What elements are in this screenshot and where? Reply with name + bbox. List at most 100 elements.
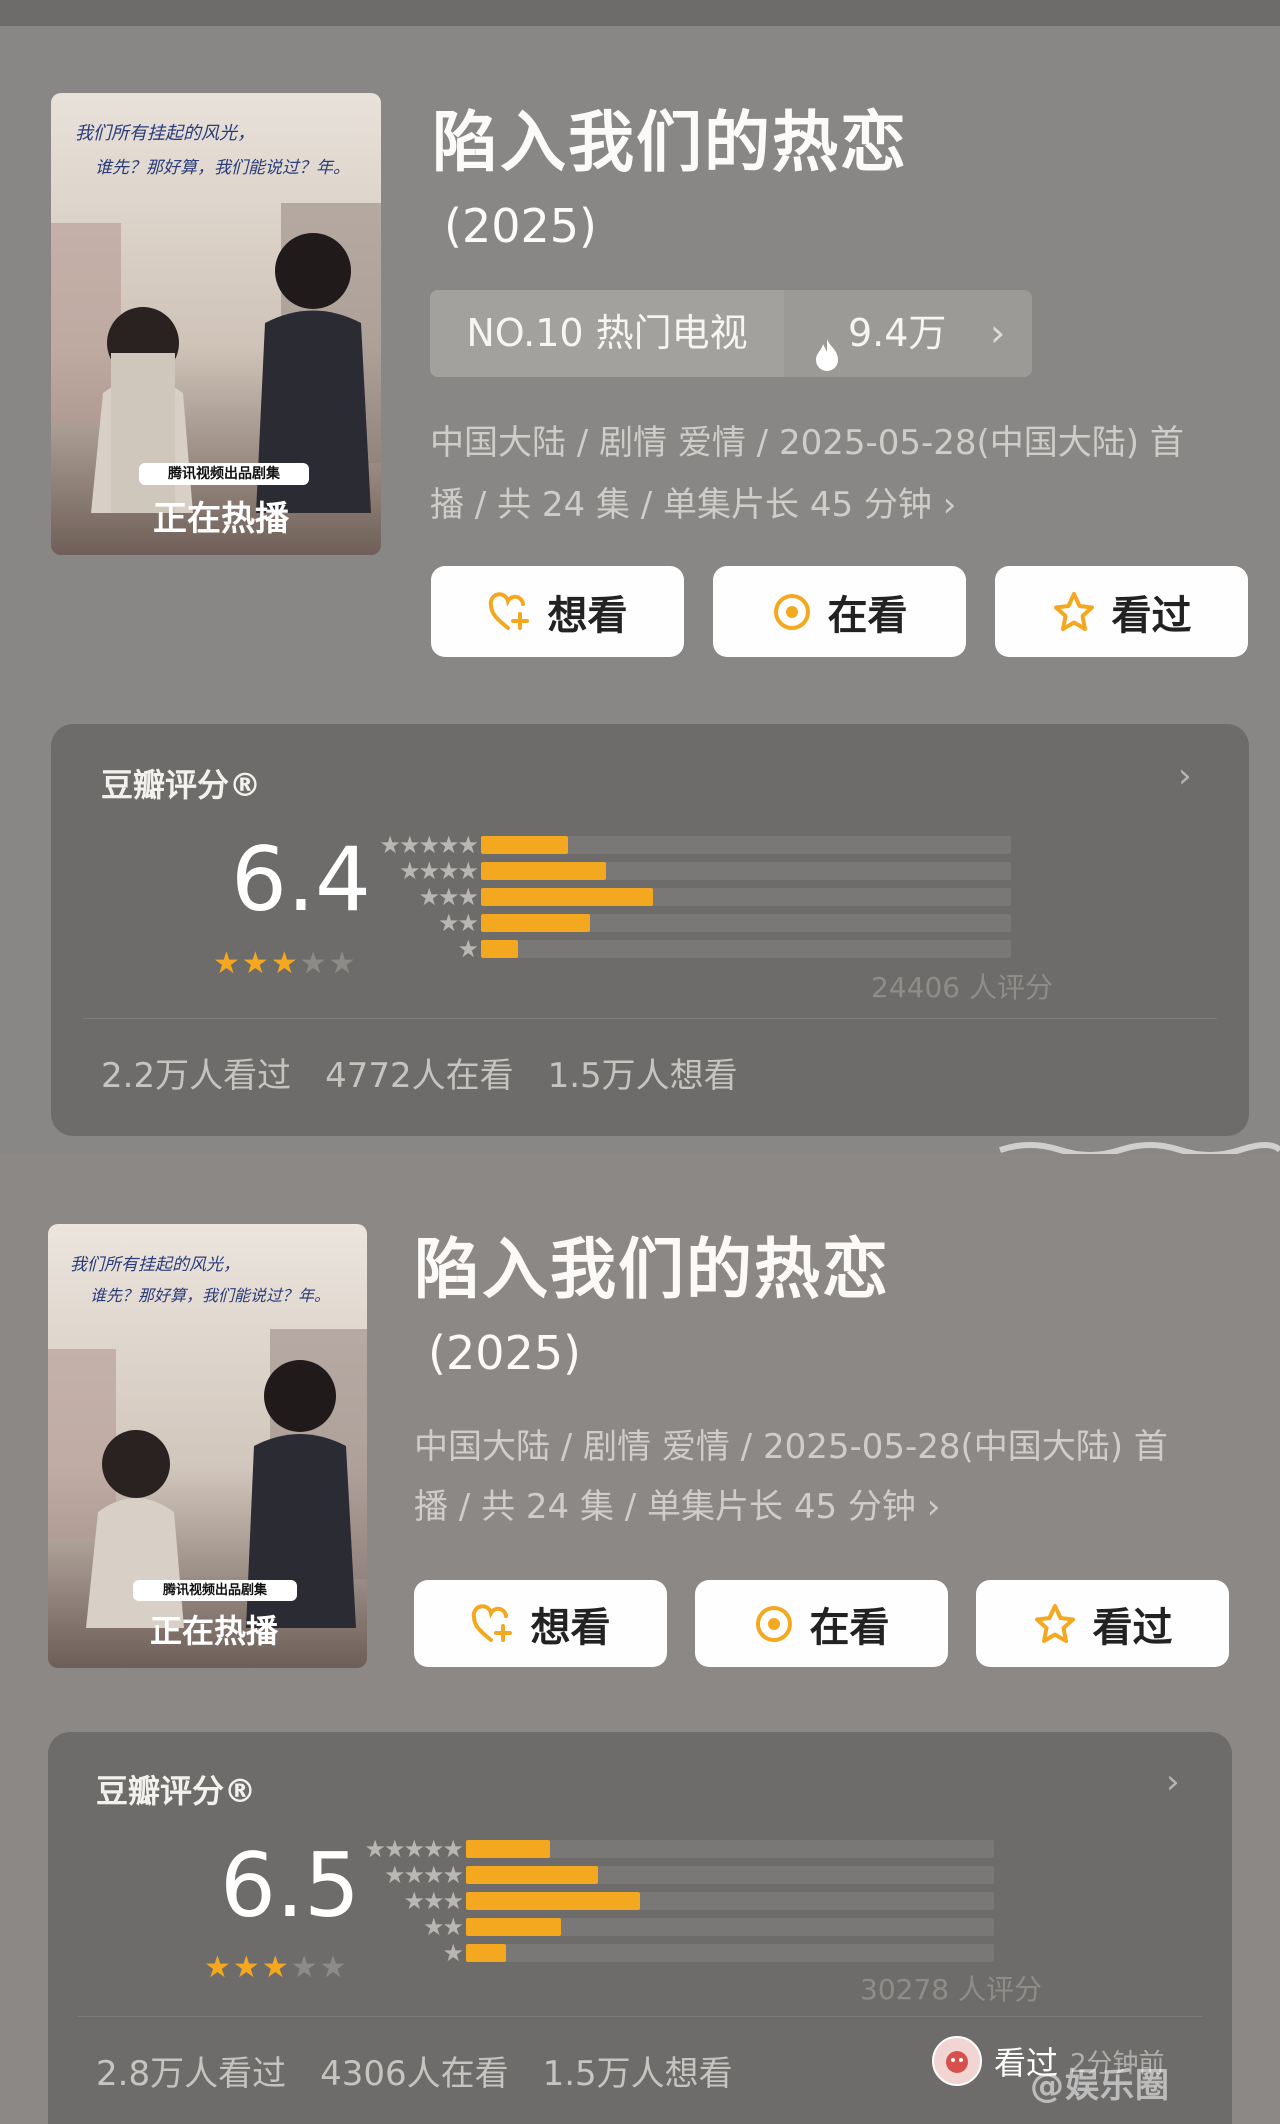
watched-button[interactable]: 看过 [995,566,1248,657]
rating-stars: ★★★★★ [213,946,358,981]
star-level-2-stars-icon: ★★ [437,909,479,937]
rating-bar-track [481,862,1011,880]
watermark: @娱乐圈 [1030,2066,1170,2106]
heart-plus-icon [471,1603,515,1644]
watching-button[interactable]: 在看 [713,566,966,657]
rating-bar-2-star [466,1918,561,1936]
rating-bar-2-star [481,914,590,932]
show-meta-line2-text: 播 / 共 24 集 / 单集片长 45 分钟 [414,1487,916,1527]
show-meta-line2[interactable]: 播 / 共 24 集 / 单集片长 45 分钟 › [414,1476,940,1538]
target-circle-icon [772,592,812,632]
rating-bar-track [481,940,1011,958]
rating-bar-track [481,914,1011,932]
rating-bar-track [466,1892,994,1910]
star-level-1-stars-icon: ★ [442,1939,464,1967]
show-title: 陷入我们的热恋 [414,1231,890,1308]
poster-handwriting-1: 我们所有挂起的风光， [75,123,255,144]
watched-button[interactable]: 看过 [976,1580,1229,1667]
rating-star-icon: ★ [319,1950,349,1985]
chevron-right-icon[interactable]: › [1166,1762,1180,1802]
star-level-2-stars-icon: ★★ [422,1913,464,1941]
button-label: 看过 [1092,1604,1173,1651]
rating-bar-4-star [481,862,606,880]
show-year: (2025) [428,1326,581,1380]
star-level-3-stars-icon: ★★★ [418,883,479,911]
rating-count: 30278 人评分 [860,1973,1042,2006]
separator [78,2016,1202,2017]
show-meta-line1: 中国大陆 / 剧情 爱情 / 2025-05-28(中国大陆) 首 [430,423,1184,463]
rating-bar-track [466,1944,994,1962]
rating-bar-3-star [466,1892,640,1910]
star-level-1-stars-icon: ★ [457,935,479,963]
poster-badge-main: 正在热播 [153,499,289,539]
rating-bar-1-star [466,1944,506,1962]
want-to-watch-button[interactable]: 想看 [414,1580,667,1667]
rating-stars: ★★★★★ [204,1950,349,1985]
poster-image[interactable]: 我们所有挂起的风光， 谁先？那好算，我们能说过？年。 腾讯视频出品剧集 正在热播 [51,93,381,555]
rating-bar-5-star [481,836,568,854]
poster-handwriting-2: 谁先？那好算，我们能说过？年。 [95,158,350,178]
poster-badge-small: 腾讯视频出品剧集 [162,1583,267,1598]
rating-star-icon: ★ [261,1950,291,1985]
star-level-5-stars-icon: ★★★★★ [364,1835,464,1863]
rating-bar-1-star [481,940,518,958]
star-level-4-stars-icon: ★★★★ [383,1861,464,1889]
poster-badge-small: 腾讯视频出品剧集 [168,466,280,482]
rank-chip[interactable]: NO.10 热门电视 9.4万 › [430,290,1032,377]
rating-stats: 2.8万人看过 4306人在看 1.5万人想看 [96,2054,733,2094]
rating-star-icon: ★ [270,946,300,981]
separator [83,1018,1217,1019]
show-title: 陷入我们的热恋 [432,104,908,181]
avatar [932,2036,982,2086]
rating-bar-track [466,1866,994,1884]
rating-card-title: 豆瓣评分® [101,766,262,804]
rating-bar-track [481,888,1011,906]
button-label: 看过 [1111,592,1192,639]
button-label: 在看 [827,592,908,639]
show-meta-line2-text: 播 / 共 24 集 / 单集片长 45 分钟 [430,485,932,525]
poster-badge-main: 正在热播 [149,1612,278,1650]
poster-image[interactable]: 我们所有挂起的风光， 谁先？那好算，我们能说过？年。 腾讯视频出品剧集 正在热播 [48,1224,367,1668]
rating-star-icon: ★ [328,946,358,981]
target-circle-icon [754,1604,794,1644]
top-bar [0,0,1280,26]
rating-star-icon: ★ [204,1950,233,1985]
chevron-right-icon[interactable]: › [1178,756,1192,796]
star-level-4-stars-icon: ★★★★ [398,857,479,885]
star-level-5-stars-icon: ★★★★★ [379,831,479,859]
rating-star-icon: ★ [299,946,329,981]
rating-card-title: 豆瓣评分® [96,1772,257,1810]
star-outline-icon [1052,591,1096,633]
watching-button[interactable]: 在看 [695,1580,948,1667]
rating-star-icon: ★ [232,1950,262,1985]
show-meta-line2[interactable]: 播 / 共 24 集 / 单集片长 45 分钟 › [430,474,956,536]
button-label: 想看 [530,1604,611,1651]
rating-bar-track [481,836,1011,854]
chevron-right-icon: › [926,1487,941,1527]
poster-handwriting-2: 谁先？那好算，我们能说过？年。 [90,1286,331,1305]
poster-handwriting-1: 我们所有挂起的风光， [70,1255,240,1275]
heart-plus-icon [488,591,532,632]
want-to-watch-button[interactable]: 想看 [431,566,684,657]
rating-bar-track [466,1840,994,1858]
chevron-right-icon: › [990,311,1006,355]
rating-bar-4-star [466,1866,598,1884]
button-label: 想看 [547,592,628,639]
rank-label: NO.10 热门电视 [430,290,784,377]
rating-star-icon: ★ [213,946,242,981]
star-outline-icon [1033,1603,1077,1645]
show-meta-line1: 中国大陆 / 剧情 爱情 / 2025-05-28(中国大陆) 首 [414,1427,1168,1467]
heat-indicator[interactable]: 9.4万 › [784,290,1032,377]
heat-value: 9.4万 [848,311,947,355]
star-level-3-stars-icon: ★★★ [403,1887,464,1915]
show-year: (2025) [444,199,597,253]
button-label: 在看 [809,1604,890,1651]
douban-rating-card[interactable]: 豆瓣评分® › 6.4 ★★★★★ ★★★★★ ★★★★ ★★★ ★★ ★ 24406 … [51,724,1249,1136]
rating-count: 24406 人评分 [871,971,1053,1004]
rating-bar-track [466,1918,994,1936]
rating-star-icon: ★ [290,1950,320,1985]
rating-star-icon: ★ [241,946,271,981]
flame-icon [814,316,840,403]
rating-bar-5-star [466,1840,550,1858]
chevron-right-icon: › [942,485,957,525]
